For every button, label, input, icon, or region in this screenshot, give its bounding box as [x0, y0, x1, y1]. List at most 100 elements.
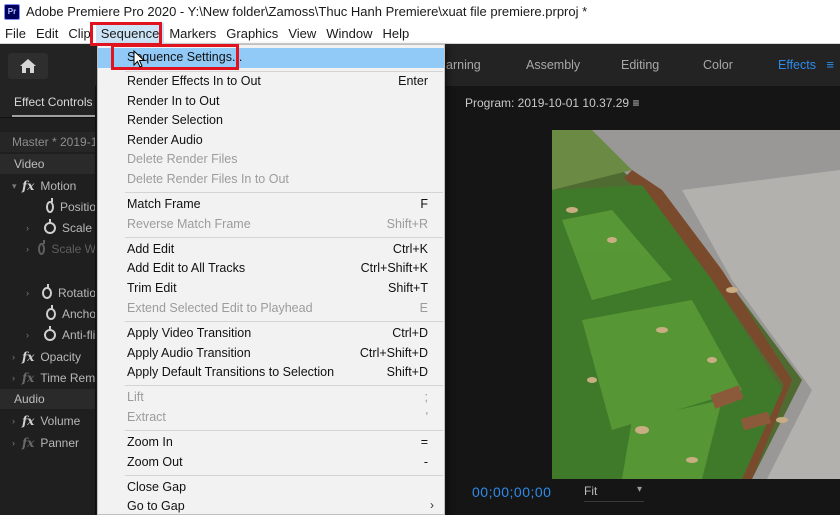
video-frame-image — [552, 130, 840, 479]
fx-icon[interactable]: fx — [22, 414, 34, 428]
workspace-tab-learning[interactable]: arning — [446, 58, 481, 72]
antiflicker-row[interactable]: › Anti-fli — [0, 325, 96, 345]
menu-sequence[interactable]: Sequence — [95, 22, 165, 44]
menu-separator — [125, 321, 443, 322]
menu-item-add-edit-all-tracks[interactable]: Add Edit to All Tracks Ctrl+Shift+K — [98, 259, 444, 279]
stopwatch-icon[interactable] — [41, 284, 52, 299]
menu-separator — [125, 430, 443, 431]
program-monitor-title[interactable]: Program: 2019-10-01 10.37.29 ≡ — [465, 96, 639, 110]
home-icon — [20, 59, 36, 73]
expand-chevron-icon[interactable]: › — [26, 223, 36, 233]
menu-item-render-audio[interactable]: Render Audio — [98, 131, 444, 151]
menu-help[interactable]: Help — [378, 23, 415, 44]
menu-separator — [125, 237, 443, 238]
expand-chevron-icon[interactable]: ▾ — [12, 181, 22, 192]
menu-item-label: Delete Render Files In to Out — [127, 172, 289, 186]
menu-item-label: Render Selection — [127, 113, 223, 127]
menu-item-sequence-settings[interactable]: Sequence Settings... — [98, 48, 444, 68]
fx-icon: fx — [22, 371, 35, 385]
chevron-right-icon: › — [430, 498, 434, 512]
menu-separator — [125, 475, 443, 476]
menu-item-label: Render Effects In to Out — [127, 74, 261, 88]
expand-chevron-icon[interactable]: › — [12, 352, 22, 362]
fx-icon[interactable]: fx — [22, 350, 34, 364]
position-row[interactable]: Positio — [0, 197, 96, 217]
fx-icon[interactable]: fx — [22, 179, 34, 193]
program-monitor: Program: 2019-10-01 10.37.29 ≡ 00;00;00;… — [446, 86, 840, 515]
menu-graphics[interactable]: Graphics — [221, 23, 283, 44]
volume-effect-row[interactable]: › fx Volume — [0, 411, 95, 431]
anchor-row[interactable]: Ancho — [0, 304, 96, 324]
zoom-level-value: Fit — [584, 484, 598, 498]
expand-chevron-icon[interactable]: › — [12, 373, 22, 383]
position-label: Positio — [59, 200, 96, 214]
opacity-label: Opacity — [40, 350, 82, 364]
menu-item-shortcut: - — [423, 455, 428, 469]
menu-item-close-gap[interactable]: Close Gap — [98, 478, 444, 498]
menu-item-render-effects-in-out[interactable]: Render Effects In to Out Enter — [98, 72, 444, 92]
stopwatch-icon[interactable] — [44, 326, 56, 341]
menu-item-label: Extend Selected Edit to Playhead — [127, 301, 313, 315]
menu-item-zoom-out[interactable]: Zoom Out - — [98, 453, 444, 473]
menu-item-label: Apply Audio Transition — [127, 346, 251, 360]
expand-chevron-icon[interactable]: › — [12, 416, 22, 426]
scale-width-label: Scale W — [51, 242, 96, 256]
video-section-header: Video — [0, 154, 95, 174]
panner-effect-row[interactable]: › fx Panner — [0, 433, 95, 453]
expand-chevron-icon[interactable]: › — [12, 438, 22, 448]
menu-item-shortcut: ; — [424, 390, 428, 404]
workspace-tab-effects[interactable]: Effects — [778, 58, 816, 72]
video-frame[interactable] — [552, 130, 840, 479]
rotation-row[interactable]: › Rotatio — [0, 283, 95, 303]
menu-view[interactable]: View — [283, 23, 321, 44]
menu-item-apply-default-transitions[interactable]: Apply Default Transitions to Selection S… — [98, 363, 444, 383]
opacity-effect-row[interactable]: › fx Opacity — [0, 347, 95, 367]
master-clip-label[interactable]: Master * 2019-10 — [0, 132, 95, 152]
scale-width-row: › Scale W — [0, 239, 96, 259]
menu-file[interactable]: File — [0, 23, 31, 44]
antiflicker-label: Anti-fli — [62, 328, 96, 342]
menu-item-trim-edit[interactable]: Trim Edit Shift+T — [98, 279, 444, 299]
panel-menu-icon[interactable]: ≡ — [632, 96, 639, 110]
anchor-label: Ancho — [61, 307, 96, 321]
menu-item-apply-audio-transition[interactable]: Apply Audio Transition Ctrl+Shift+D — [98, 344, 444, 364]
menu-item-label: Render Audio — [127, 133, 203, 147]
menu-markers[interactable]: Markers — [164, 23, 221, 44]
menu-item-render-in-out[interactable]: Render In to Out — [98, 92, 444, 112]
menu-item-shortcut: = — [420, 435, 428, 449]
menu-item-label: Apply Default Transitions to Selection — [127, 365, 335, 379]
workspace-menu-icon[interactable]: ≡ — [826, 57, 834, 72]
audio-section-header: Audio — [0, 389, 95, 409]
motion-effect-row[interactable]: ▾ fx Motion — [0, 176, 95, 196]
menu-separator — [125, 192, 443, 193]
menu-item-add-edit[interactable]: Add Edit Ctrl+K — [98, 240, 444, 260]
scale-row[interactable]: › Scale — [0, 218, 95, 238]
menu-item-apply-video-transition[interactable]: Apply Video Transition Ctrl+D — [98, 324, 444, 344]
playhead-timecode[interactable]: 00;00;00;00 — [472, 484, 551, 500]
workspace-tab-assembly[interactable]: Assembly — [526, 58, 580, 72]
menu-item-label: Reverse Match Frame — [127, 217, 251, 231]
expand-chevron-icon[interactable]: › — [26, 330, 36, 340]
menu-item-label: Trim Edit — [127, 281, 177, 295]
home-button[interactable] — [8, 53, 48, 79]
menu-item-label: Match Frame — [127, 197, 201, 211]
menu-window[interactable]: Window — [321, 23, 377, 44]
tab-effect-controls[interactable]: Effect Controls — [14, 95, 92, 109]
expand-chevron-icon[interactable]: › — [26, 288, 34, 298]
workspace-tab-editing[interactable]: Editing — [621, 58, 659, 72]
zoom-level-select[interactable]: Fit ▾ — [584, 484, 644, 502]
menu-edit[interactable]: Edit — [31, 23, 63, 44]
menu-item-label: Add Edit — [127, 242, 175, 256]
stopwatch-icon[interactable] — [46, 198, 54, 213]
stopwatch-icon[interactable] — [44, 219, 56, 234]
stopwatch-icon[interactable] — [46, 305, 56, 320]
time-remap-row[interactable]: › fx Time Rem — [0, 368, 95, 388]
menu-item-label: Add Edit to All Tracks — [127, 261, 246, 275]
menu-item-go-to-gap[interactable]: Go to Gap › — [98, 497, 444, 514]
menu-clip[interactable]: Clip — [63, 23, 95, 44]
panel-tab-bar: Effect Controls — [0, 86, 95, 118]
menu-item-match-frame[interactable]: Match Frame F — [98, 195, 444, 215]
menu-item-render-selection[interactable]: Render Selection — [98, 111, 444, 131]
workspace-tab-color[interactable]: Color — [703, 58, 733, 72]
menu-item-zoom-in[interactable]: Zoom In = — [98, 433, 444, 453]
